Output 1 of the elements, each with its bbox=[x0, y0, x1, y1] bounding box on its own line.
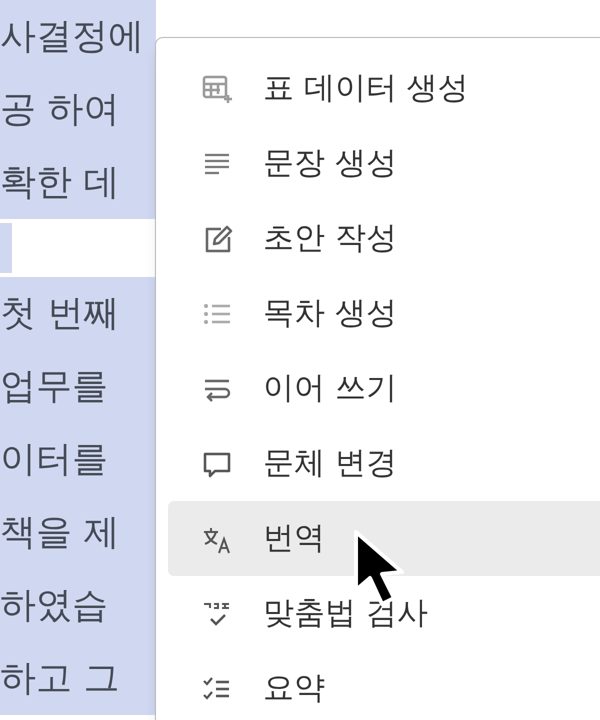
menu-item[interactable]: 번역 bbox=[168, 501, 600, 576]
